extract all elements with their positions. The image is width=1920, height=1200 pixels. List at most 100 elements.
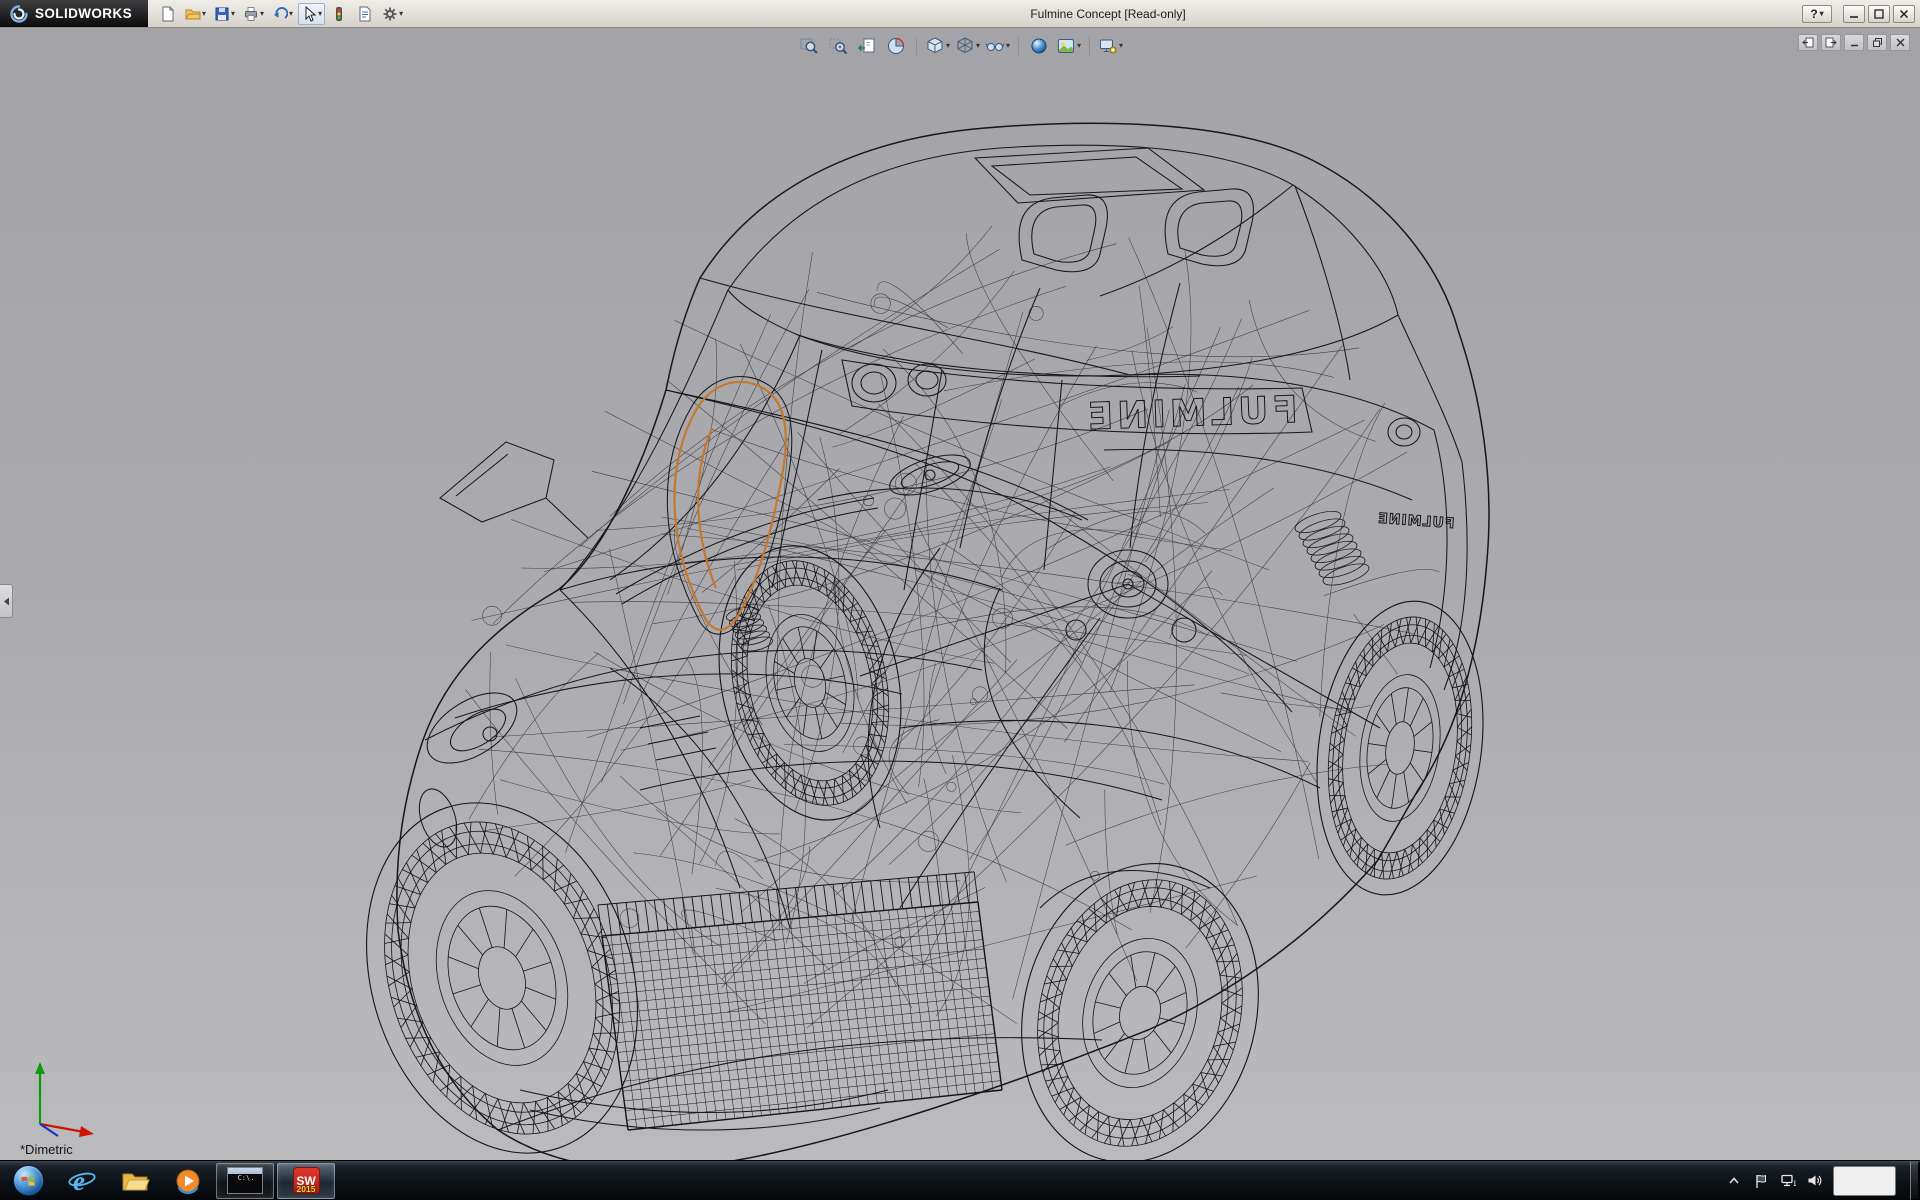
maximize-button[interactable] (1868, 5, 1890, 23)
open-folder-icon (185, 6, 201, 22)
dropdown-caret-icon[interactable]: ▾ (946, 42, 950, 50)
zoom-to-area-icon (828, 36, 848, 56)
brand-text: SOLIDWORKS (35, 6, 132, 21)
folder-icon (120, 1166, 150, 1196)
model-decal-side-text: FULMINE (1377, 511, 1455, 532)
edit-appearance-button[interactable] (1026, 33, 1052, 59)
edit-appearance-ball-icon (1029, 36, 1049, 56)
internet-explorer-icon: e (67, 1166, 97, 1196)
document-close-button[interactable] (1890, 34, 1910, 51)
collapse-arrow-icon (3, 597, 10, 606)
view-orientation-cube-icon (925, 36, 945, 56)
toolbar-separator (916, 37, 917, 55)
maximize-icon (1873, 8, 1885, 20)
start-button[interactable] (2, 1161, 54, 1200)
toolbar-separator (1089, 37, 1090, 55)
previous-view-icon (857, 36, 877, 56)
volume-button[interactable] (1806, 1168, 1824, 1194)
solidworks-logo: SOLIDWORKS (0, 0, 148, 27)
dropdown-caret-icon[interactable]: ▾ (976, 42, 980, 50)
display-style-button[interactable]: ▾ (954, 33, 981, 59)
save-button[interactable]: ▾ (211, 3, 238, 25)
taskbar-command-prompt-button[interactable]: C:\. (216, 1163, 274, 1199)
rebuild-button[interactable] (327, 3, 351, 25)
titlebar: SOLIDWORKS ▾ ▾ ▾ ▾ (0, 0, 1920, 28)
taskbar-clock[interactable]: 4:00 PM 7/13/2015 (1833, 1166, 1896, 1196)
zoom-to-fit-button[interactable] (796, 33, 822, 59)
dropdown-caret-icon[interactable]: ▾ (289, 10, 293, 18)
dropdown-caret-icon[interactable]: ▾ (202, 10, 206, 18)
model-decal-rear-text: FULMINE (1083, 388, 1298, 438)
toolbar-separator (1018, 37, 1019, 55)
action-center-button[interactable] (1752, 1168, 1770, 1194)
view-orientation-button[interactable]: ▾ (924, 33, 951, 59)
windows-flag-icon (19, 1172, 37, 1190)
apply-scene-button[interactable]: ▾ (1055, 33, 1082, 59)
print-button[interactable]: ▾ (240, 3, 267, 25)
taskbar-solidworks-button[interactable]: SW 2015 (277, 1163, 335, 1199)
view-settings-icon (1098, 36, 1118, 56)
show-hidden-icons-button[interactable] (1725, 1168, 1743, 1194)
minimize-icon (1848, 8, 1860, 20)
heads-up-view-toolbar: ▾ ▾ ▾ ▾ ▾ (796, 33, 1124, 59)
solidworks-window: SOLIDWORKS ▾ ▾ ▾ ▾ (0, 0, 1920, 1200)
file-properties-button[interactable] (353, 3, 377, 25)
solidworks-app-icon: SW 2015 (293, 1167, 320, 1194)
command-prompt-thumbnail: C:\. (227, 1167, 263, 1194)
dropdown-caret-icon[interactable]: ▾ (318, 10, 322, 18)
dropdown-caret-icon[interactable]: ▾ (1077, 42, 1081, 50)
solidworks-version-badge: 2015 (294, 1184, 319, 1194)
main-toolbar: ▾ ▾ ▾ ▾ ▾ (148, 3, 414, 25)
open-button[interactable]: ▾ (182, 3, 209, 25)
new-document-button[interactable] (156, 3, 180, 25)
speaker-icon (1807, 1173, 1823, 1188)
hide-show-items-button[interactable]: ▾ (984, 33, 1011, 59)
svg-text:e: e (73, 1166, 85, 1196)
show-desktop-button[interactable] (1910, 1161, 1920, 1200)
help-label: ? (1810, 7, 1817, 21)
options-button[interactable]: ▾ (379, 3, 406, 25)
display-style-wireframe-icon (955, 36, 975, 56)
graphics-area[interactable]: FULMINE FULMINE ▾ (0, 28, 1920, 1160)
section-view-button[interactable] (883, 33, 909, 59)
taskbar-media-player-button[interactable] (163, 1162, 213, 1200)
document-minimize-icon (1849, 37, 1860, 48)
undo-arrow-icon (272, 6, 288, 22)
dropdown-caret-icon[interactable]: ▾ (1006, 42, 1010, 50)
dropdown-caret-icon[interactable]: ▾ (260, 10, 264, 18)
previous-document-button[interactable] (1798, 34, 1818, 51)
next-document-button[interactable] (1821, 34, 1841, 51)
dropdown-caret-icon[interactable]: ▾ (399, 10, 403, 18)
wireframe-car-model[interactable]: FULMINE FULMINE (0, 28, 1920, 1160)
chevron-up-icon (1728, 1176, 1740, 1185)
windows-orb-icon (13, 1165, 44, 1196)
feature-manager-collapse-tab[interactable] (0, 584, 13, 618)
network-icon (1780, 1173, 1797, 1188)
select-tool-button[interactable]: ▾ (298, 3, 325, 25)
document-close-icon (1895, 37, 1906, 48)
rebuild-traffic-light-icon (331, 6, 347, 22)
undo-button[interactable]: ▾ (269, 3, 296, 25)
model-wheels (323, 529, 1501, 1160)
previous-document-icon (1802, 37, 1814, 48)
document-restore-button[interactable] (1867, 34, 1887, 51)
model-construction-lines (466, 226, 1440, 1028)
dropdown-caret-icon[interactable]: ▾ (1119, 42, 1123, 50)
document-window-controls (1798, 34, 1910, 51)
view-settings-button[interactable]: ▾ (1097, 33, 1124, 59)
minimize-button[interactable] (1843, 5, 1865, 23)
document-minimize-button[interactable] (1844, 34, 1864, 51)
media-player-icon (173, 1166, 203, 1196)
dropdown-caret-icon[interactable]: ▾ (231, 10, 235, 18)
taskbar-file-explorer-button[interactable] (110, 1162, 160, 1200)
taskbar-internet-explorer-button[interactable]: e (57, 1162, 107, 1200)
close-button[interactable] (1893, 5, 1915, 23)
clock-time: 4:00 PM (1840, 1168, 1889, 1181)
network-status-button[interactable] (1779, 1168, 1797, 1194)
document-restore-icon (1872, 37, 1883, 48)
file-properties-icon (357, 6, 373, 22)
windows-taskbar: e C:\. SW 201 (0, 1160, 1920, 1200)
help-button[interactable]: ? ▾ (1802, 5, 1832, 23)
previous-view-button[interactable] (854, 33, 880, 59)
zoom-to-area-button[interactable] (825, 33, 851, 59)
